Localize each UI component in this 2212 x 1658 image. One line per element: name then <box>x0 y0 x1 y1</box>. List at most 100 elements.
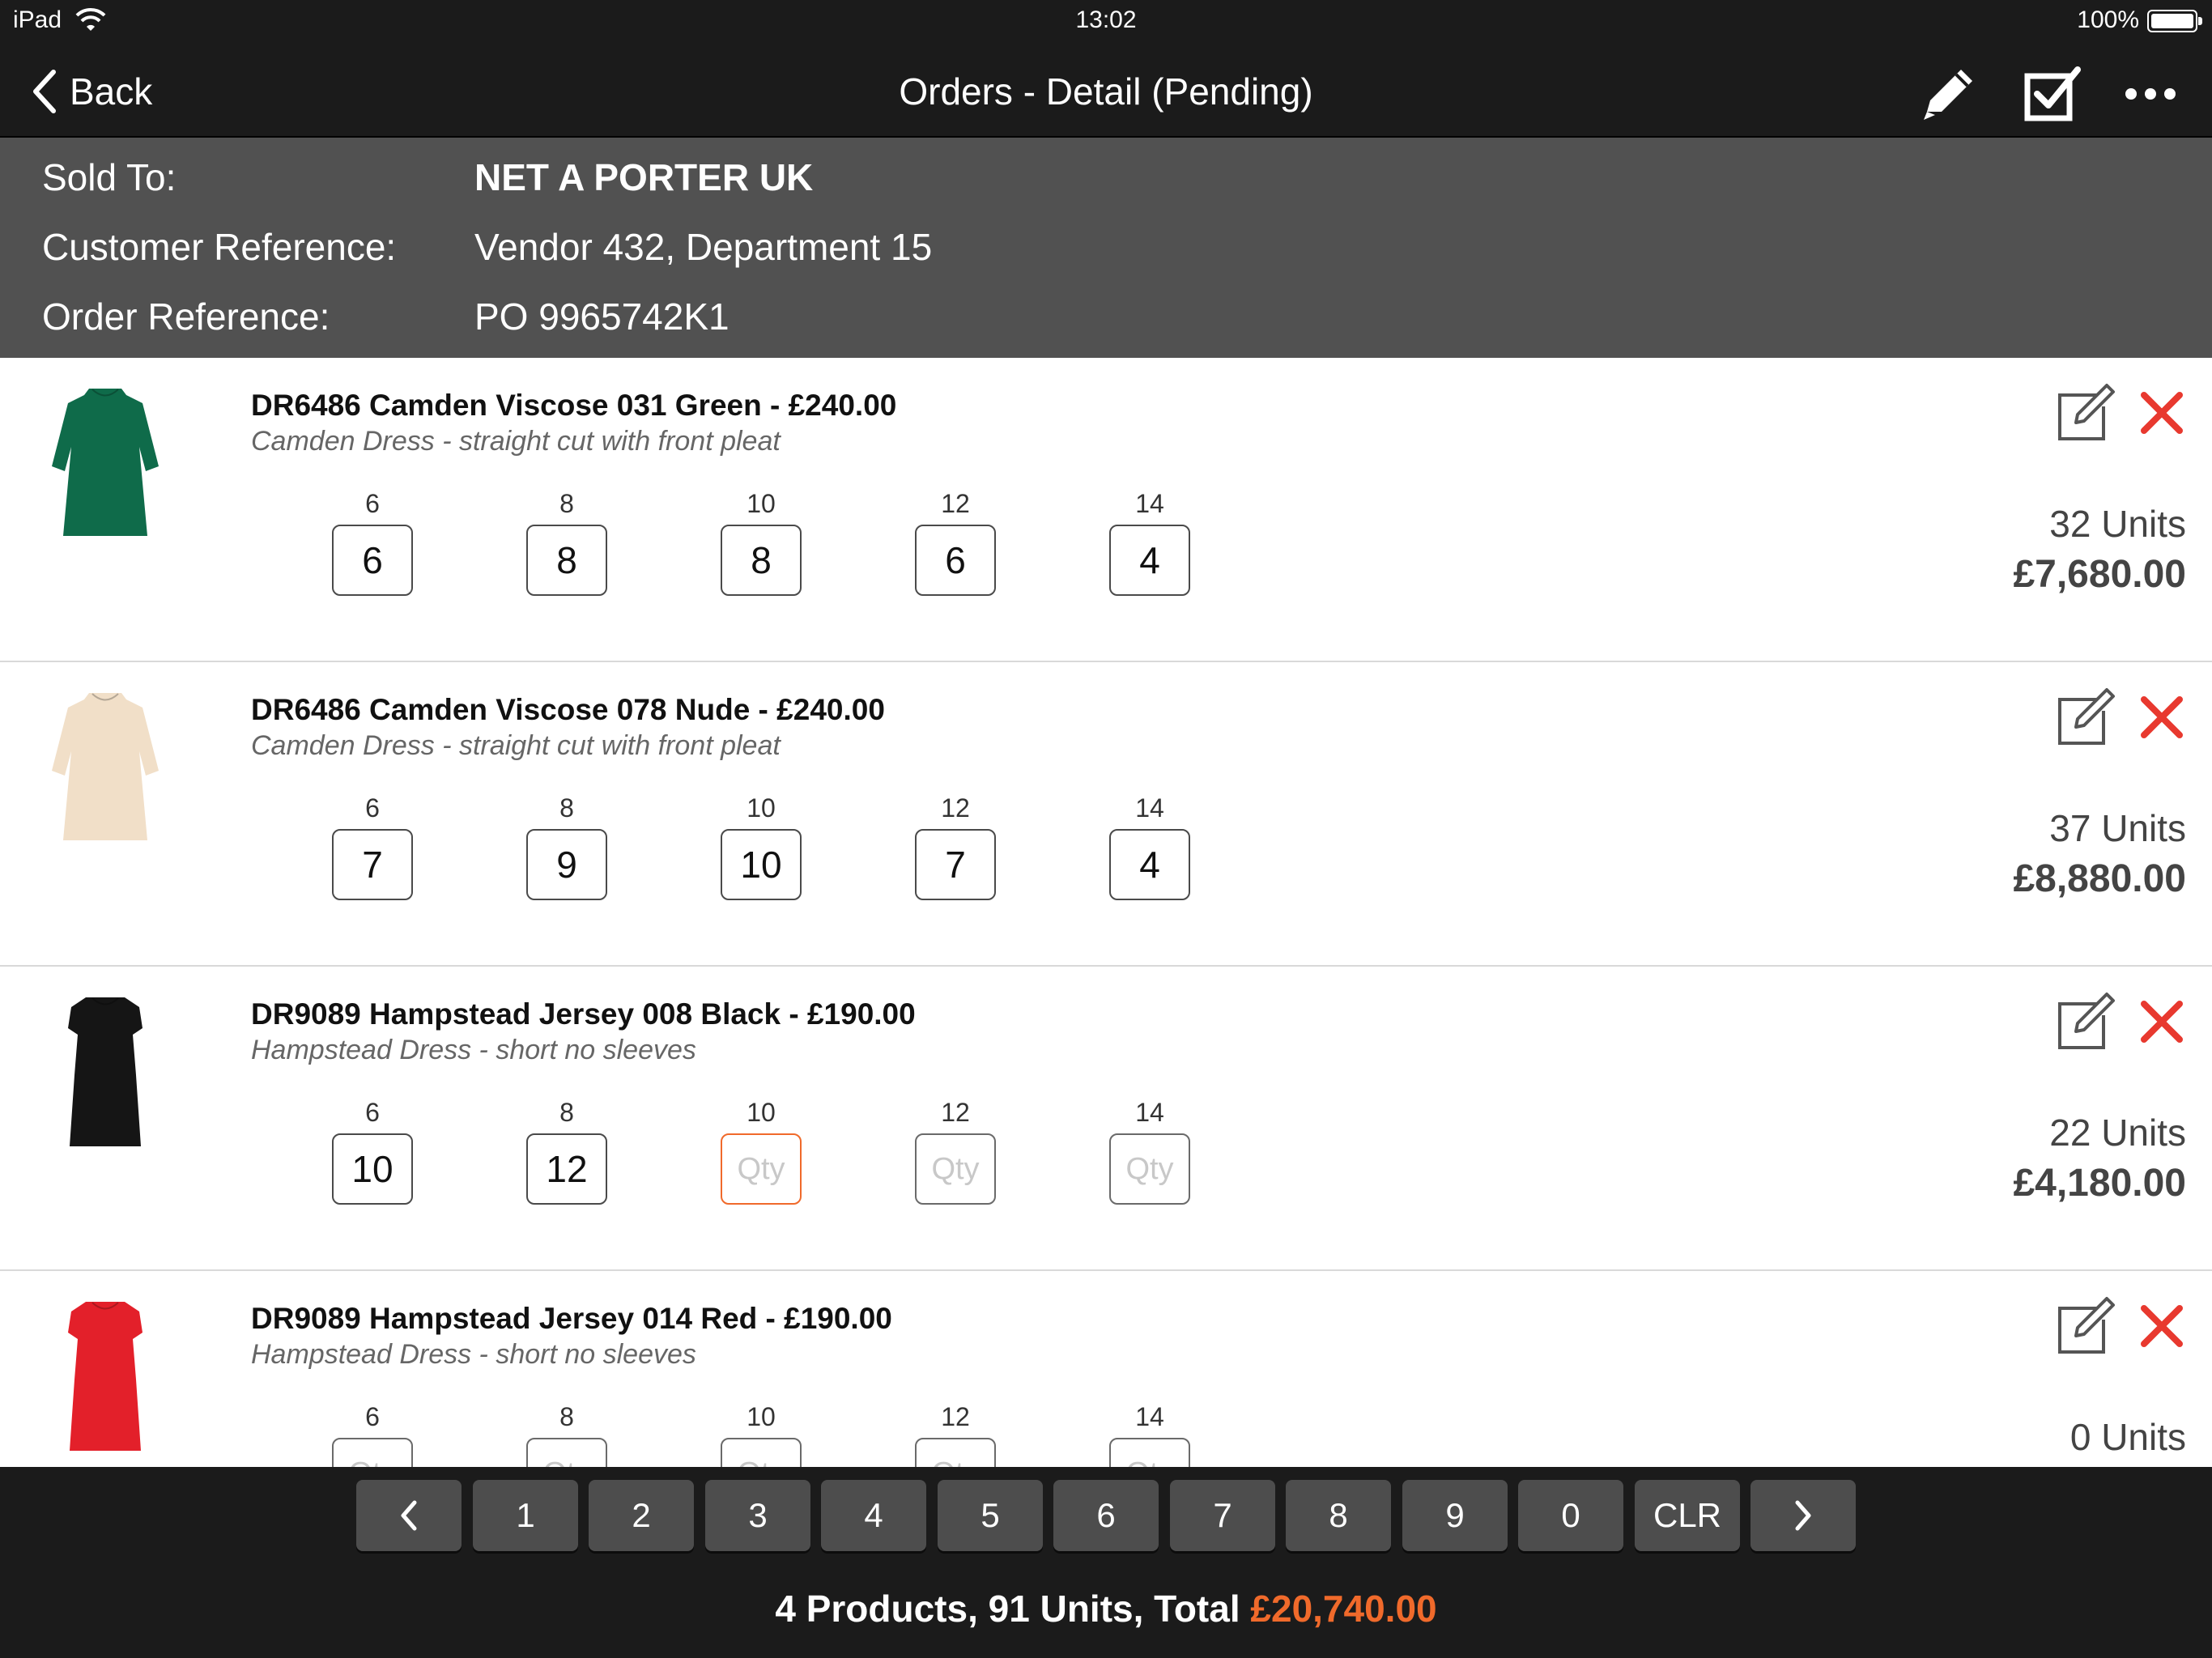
size-column: 6 10 <box>330 1096 415 1205</box>
quantity-input[interactable]: Qty <box>721 1438 802 1467</box>
order-line-item[interactable]: DR6486 Camden Viscose 031 Green - £240.0… <box>0 358 2212 662</box>
quantity-input[interactable]: 7 <box>332 829 413 900</box>
checkbox-icon[interactable] <box>2019 62 2084 126</box>
quantity-input[interactable]: 9 <box>526 829 607 900</box>
line-units: 32 Units <box>2049 503 2186 545</box>
delete-line-icon[interactable] <box>2138 1302 2186 1350</box>
sold-to-row: Sold To: NET A PORTER UK <box>0 155 2212 212</box>
summary-total: £20,740.00 <box>1250 1588 1437 1630</box>
quantity-input[interactable]: Qty <box>915 1133 996 1205</box>
line-total: £4,180.00 <box>2013 1162 2186 1205</box>
size-column: 8 Qty <box>525 1401 609 1467</box>
size-column: 6 Qty <box>330 1401 415 1467</box>
keypad-key-2[interactable]: 2 <box>589 1480 694 1551</box>
size-label: 14 <box>1135 1098 1164 1127</box>
delete-line-icon[interactable] <box>2138 693 2186 742</box>
quantity-input[interactable]: 4 <box>1109 829 1190 900</box>
order-reference-value: PO 9965742K1 <box>474 295 730 338</box>
size-label: 12 <box>941 489 970 518</box>
size-label: 8 <box>559 1402 574 1431</box>
size-label: 6 <box>365 1098 380 1127</box>
keypad-prev-button[interactable] <box>356 1480 462 1551</box>
quantity-input[interactable]: 6 <box>332 525 413 596</box>
product-description: Camden Dress - straight cut with front p… <box>251 730 781 761</box>
quantity-input[interactable]: 6 <box>915 525 996 596</box>
keypad-key-4[interactable]: 4 <box>821 1480 926 1551</box>
navigation-bar: Back Orders - Detail (Pending) <box>0 45 2212 138</box>
size-label: 10 <box>747 1098 776 1127</box>
size-column: 14 Qty <box>1108 1096 1192 1205</box>
line-units: 0 Units <box>2069 1416 2186 1458</box>
clock: 13:02 <box>1075 6 1137 33</box>
quantity-input[interactable]: Qty <box>915 1438 996 1467</box>
keypad-key-7[interactable]: 7 <box>1170 1480 1275 1551</box>
quantity-input[interactable]: 7 <box>915 829 996 900</box>
quantity-input[interactable]: Qty <box>1109 1438 1190 1467</box>
keypad-key-6[interactable]: 6 <box>1053 1480 1159 1551</box>
quantity-input[interactable]: Qty <box>721 1133 802 1205</box>
size-column: 10 Qty <box>719 1401 803 1467</box>
more-options-icon[interactable] <box>2118 62 2183 126</box>
size-column: 12 7 <box>913 792 998 900</box>
product-description: Hampstead Dress - short no sleeves <box>251 1035 696 1065</box>
edit-line-icon[interactable] <box>2053 685 2118 750</box>
line-total: £8,880.00 <box>2013 857 2186 900</box>
line-units: 37 Units <box>2049 807 2186 849</box>
quantity-input[interactable]: 10 <box>332 1133 413 1205</box>
battery-icon <box>2147 10 2202 32</box>
size-label: 10 <box>747 793 776 823</box>
product-description: Camden Dress - straight cut with front p… <box>251 426 781 457</box>
edit-line-icon[interactable] <box>2053 380 2118 445</box>
product-description: Hampstead Dress - short no sleeves <box>251 1339 696 1370</box>
order-reference-row: Order Reference: PO 9965742K1 <box>0 295 2212 351</box>
quantity-input[interactable]: Qty <box>1109 1133 1190 1205</box>
keypad-key-5[interactable]: 5 <box>938 1480 1043 1551</box>
size-column: 10 10 <box>719 792 803 900</box>
keypad-key-3[interactable]: 3 <box>705 1480 810 1551</box>
size-label: 8 <box>559 489 574 518</box>
order-lines-list[interactable]: DR6486 Camden Viscose 031 Green - £240.0… <box>0 358 2212 1467</box>
product-thumbnail <box>49 687 162 848</box>
order-line-item[interactable]: DR6486 Camden Viscose 078 Nude - £240.00… <box>0 662 2212 967</box>
delete-line-icon[interactable] <box>2138 389 2186 437</box>
keypad-key-0[interactable]: 0 <box>1518 1480 1623 1551</box>
keypad-key-8[interactable]: 8 <box>1286 1480 1391 1551</box>
customer-reference-label: Customer Reference: <box>42 226 397 268</box>
footer-bar: 1 2 3 4 5 6 7 8 9 0 CLR 4 Products, 91 Units, Tota… <box>0 1467 2212 1658</box>
size-label: 6 <box>365 793 380 823</box>
quantity-input[interactable]: Qty <box>526 1438 607 1467</box>
size-column: 14 Qty <box>1108 1401 1192 1467</box>
size-column: 10 Qty <box>719 1096 803 1205</box>
size-column: 8 12 <box>525 1096 609 1205</box>
edit-line-icon[interactable] <box>2053 1294 2118 1358</box>
quantity-input[interactable]: 4 <box>1109 525 1190 596</box>
size-label: 14 <box>1135 793 1164 823</box>
quantity-input[interactable]: Qty <box>332 1438 413 1467</box>
keypad-key-9[interactable]: 9 <box>1402 1480 1508 1551</box>
customer-reference-value: Vendor 432, Department 15 <box>474 226 933 268</box>
size-column: 89 <box>525 792 609 900</box>
chevron-right-icon <box>1795 1500 1811 1531</box>
edit-line-icon[interactable] <box>2053 989 2118 1054</box>
quantity-input[interactable]: 8 <box>526 525 607 596</box>
pencil-icon[interactable] <box>1916 62 1980 126</box>
keypad-clear-button[interactable]: CLR <box>1635 1480 1740 1551</box>
quantity-input[interactable]: 12 <box>526 1133 607 1205</box>
product-thumbnail <box>49 991 162 1153</box>
product-title: DR6486 Camden Viscose 078 Nude - £240.00 <box>251 693 885 726</box>
keypad-next-button[interactable] <box>1750 1480 1856 1551</box>
sold-to-value: NET A PORTER UK <box>474 156 814 198</box>
product-thumbnail <box>49 1295 162 1457</box>
delete-line-icon[interactable] <box>2138 997 2186 1046</box>
sold-to-label: Sold To: <box>42 156 177 198</box>
size-column: 14 4 <box>1108 487 1192 596</box>
size-label: 12 <box>941 1098 970 1127</box>
size-label: 10 <box>747 489 776 518</box>
quantity-input[interactable]: 10 <box>721 829 802 900</box>
order-line-item[interactable]: DR9089 Hampstead Jersey 014 Red - £190.0… <box>0 1271 2212 1467</box>
product-title: DR9089 Hampstead Jersey 008 Black - £190… <box>251 997 916 1031</box>
keypad-key-1[interactable]: 1 <box>473 1480 578 1551</box>
quantity-input[interactable]: 8 <box>721 525 802 596</box>
size-column: 12 6 <box>913 487 998 596</box>
order-line-item[interactable]: DR9089 Hampstead Jersey 008 Black - £190… <box>0 967 2212 1271</box>
